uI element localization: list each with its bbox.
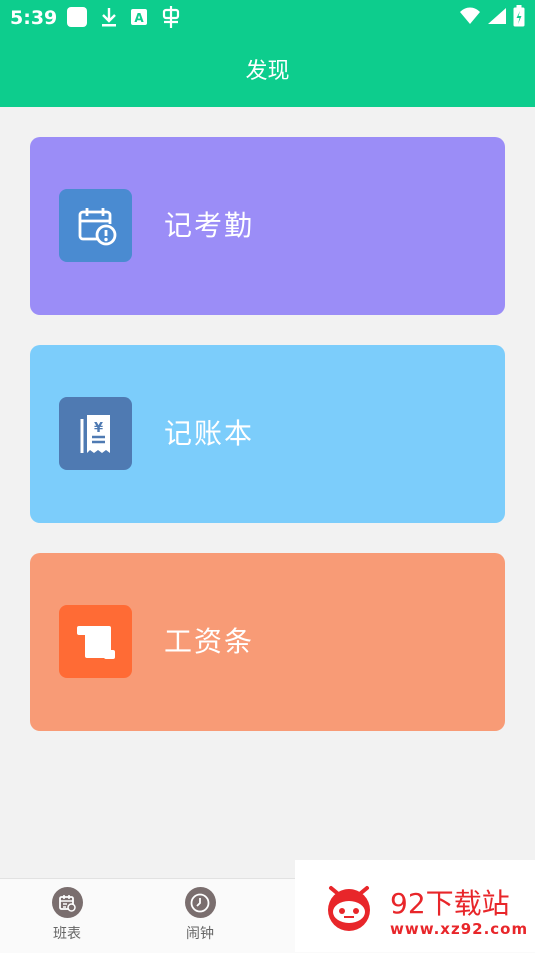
payslip-scroll-icon [59,605,132,678]
battery-icon [513,5,525,31]
a-badge-icon: A [130,8,148,30]
wifi-icon [459,7,481,29]
nav-label-alarm: 闹钟 [186,926,214,942]
status-notification-icons: A [66,5,194,33]
bug-icon [160,5,182,33]
attendance-card[interactable]: 记考勤 [30,137,505,315]
download-icon [100,6,118,32]
svg-text:A: A [134,11,144,25]
status-time: 5:39 [10,7,58,29]
nav-label-schedule: 班表 [53,926,81,942]
alarm-clock-icon [184,887,216,918]
schedule-icon [51,887,83,918]
attendance-label: 记考勤 [164,209,255,242]
nav-item-schedule[interactable]: 班表 [32,887,102,943]
status-bar: 5:39 A [0,0,535,36]
watermark-overlay: 92下载站 www.xz92.com [295,860,535,952]
app-square-icon [66,6,88,32]
payslip-label: 工资条 [164,625,255,658]
ledger-receipt-icon: ¥ [59,397,132,470]
gamepad-logo-icon [317,880,385,940]
ledger-card[interactable]: ¥ 记账本 [30,345,505,523]
watermark-title: 92下载站 [390,887,510,920]
watermark-url: www.xz92.com [390,920,529,938]
ledger-label: 记账本 [164,417,255,450]
page-title: 发现 [245,59,290,84]
payslip-card[interactable]: 工资条 [30,553,505,731]
attendance-calendar-icon [59,189,132,262]
signal-icon [487,7,507,29]
nav-item-alarm[interactable]: 闹钟 [165,887,235,943]
svg-text:¥: ¥ [93,421,102,436]
app-bar: 发现 [0,36,535,107]
status-system-icons [453,5,525,31]
